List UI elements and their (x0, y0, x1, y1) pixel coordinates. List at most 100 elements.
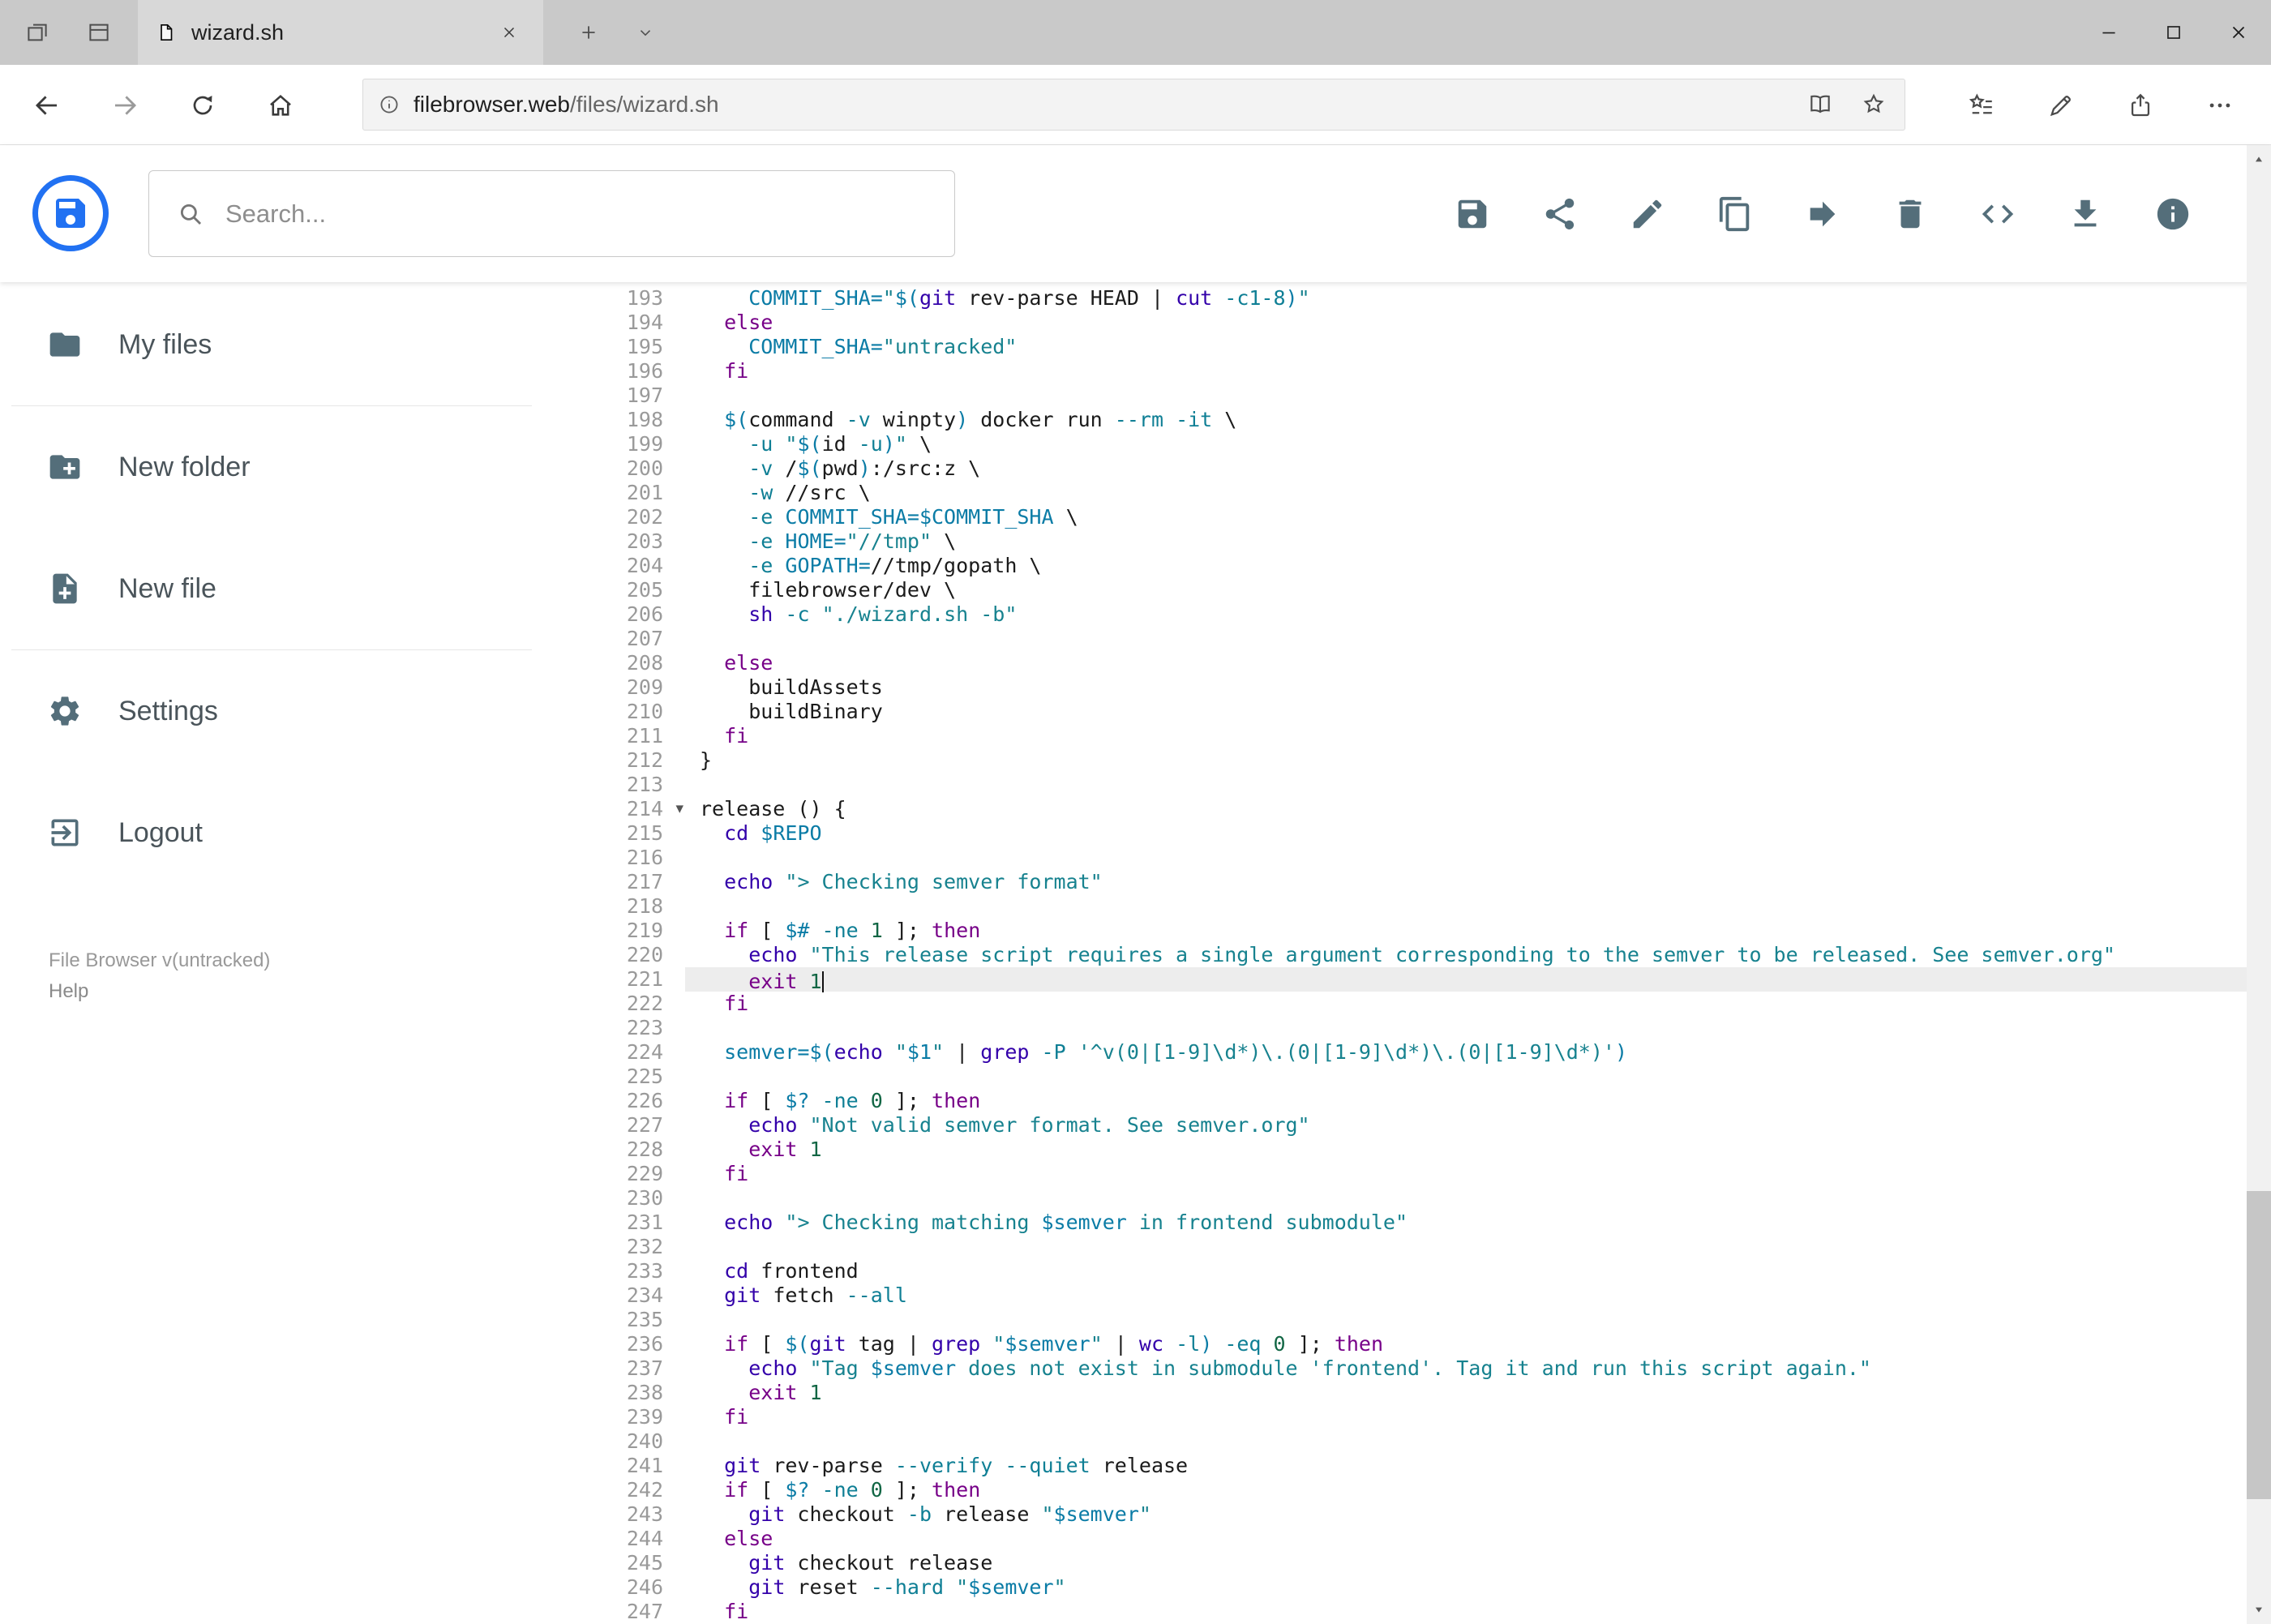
code-line-text[interactable]: cd $REPO (685, 821, 2247, 846)
code-line-text[interactable]: fi (685, 1405, 2247, 1429)
code-line-text[interactable]: if [ $# -ne 1 ]; then (685, 919, 2247, 943)
hub-button[interactable] (1942, 65, 2021, 145)
code-line-text[interactable] (685, 384, 2247, 408)
code-line-text[interactable] (685, 773, 2247, 797)
tab-previews-button[interactable] (68, 0, 130, 65)
code-line-text[interactable]: echo "> Checking matching $semver in fro… (685, 1211, 2247, 1235)
scroll-up-button[interactable] (2247, 145, 2271, 174)
more-options-button[interactable] (2180, 65, 2260, 145)
code-line-text[interactable]: semver=$(echo "$1" | grep -P '^v(0|[1-9]… (685, 1040, 2247, 1065)
edit-button[interactable] (1629, 195, 1666, 233)
code-line-text[interactable]: if [ $? -ne 0 ]; then (685, 1478, 2247, 1502)
code-line-text[interactable]: git fetch --all (685, 1283, 2247, 1308)
code-line-text[interactable]: else (685, 311, 2247, 335)
new-tab-button[interactable] (558, 0, 619, 65)
address-bar[interactable]: filebrowser.web/files/wizard.sh (362, 79, 1905, 131)
code-line: 209 buildAssets (568, 675, 2247, 700)
favorite-button[interactable] (1861, 91, 1887, 119)
code-line-text[interactable]: exit 1 (685, 1381, 2247, 1405)
browser-tab[interactable]: wizard.sh (138, 0, 543, 65)
search-box[interactable] (148, 170, 955, 257)
sidebar-item-new-folder[interactable]: New folder (0, 406, 568, 528)
code-line-text[interactable] (685, 1186, 2247, 1211)
code-line-text[interactable] (685, 1235, 2247, 1259)
code-line-text[interactable]: -w //src \ (685, 481, 2247, 505)
sidebar-item-logout[interactable]: Logout (0, 772, 568, 893)
code-line-text[interactable]: git checkout -b release "$semver" (685, 1502, 2247, 1527)
code-line-text[interactable]: buildBinary (685, 700, 2247, 724)
fold-marker-icon[interactable]: ▾ (675, 796, 683, 821)
set-tabs-aside-button[interactable] (6, 0, 68, 65)
code-button[interactable] (1979, 195, 2016, 233)
sidebar-item-new-file[interactable]: New file (0, 528, 568, 649)
code-line-text[interactable]: $(command -v winpty) docker run --rm -it… (685, 408, 2247, 432)
code-line-text[interactable]: -v /$(pwd):/src:z \ (685, 456, 2247, 481)
home-button[interactable] (242, 65, 319, 145)
code-line-text[interactable]: -u "$(id -u)" \ (685, 432, 2247, 456)
web-note-button[interactable] (2021, 65, 2101, 145)
code-line-text[interactable]: COMMIT_SHA="$(git rev-parse HEAD | cut -… (685, 286, 2247, 311)
share-button[interactable] (1541, 195, 1579, 233)
code-line-text[interactable]: exit 1 (685, 1138, 2247, 1162)
code-line-text[interactable]: else (685, 1527, 2247, 1551)
copy-button[interactable] (1716, 195, 1754, 233)
scroll-down-button[interactable] (2247, 1595, 2271, 1624)
code-line-text[interactable]: -e COMMIT_SHA=$COMMIT_SHA \ (685, 505, 2247, 529)
scrollbar-thumb[interactable] (2247, 1191, 2271, 1499)
code-line-text[interactable]: git checkout release (685, 1551, 2247, 1575)
code-line-text[interactable] (685, 846, 2247, 870)
code-line-text[interactable] (685, 1308, 2247, 1332)
minimize-button[interactable] (2076, 0, 2141, 65)
code-line-text[interactable]: COMMIT_SHA="untracked" (685, 335, 2247, 359)
code-line-text[interactable]: buildAssets (685, 675, 2247, 700)
search-input[interactable] (225, 199, 954, 229)
code-line-text[interactable]: fi (685, 724, 2247, 748)
code-line-text[interactable]: fi (685, 992, 2247, 1016)
code-line-text[interactable]: filebrowser/dev \ (685, 578, 2247, 602)
info-button[interactable] (2154, 195, 2192, 233)
code-line-text[interactable]: if [ $(git tag | grep "$semver" | wc -l)… (685, 1332, 2247, 1356)
sidebar-item-my-files[interactable]: My files (0, 284, 568, 405)
delete-button[interactable] (1892, 195, 1929, 233)
code-line-text[interactable] (685, 1429, 2247, 1454)
close-tab-button[interactable] (493, 16, 525, 49)
code-line-text[interactable]: fi (685, 1162, 2247, 1186)
share-page-button[interactable] (2101, 65, 2180, 145)
code-line-text[interactable]: echo "This release script requires a sin… (685, 943, 2247, 967)
maximize-button[interactable] (2141, 0, 2206, 65)
refresh-button[interactable] (164, 65, 242, 145)
save-button[interactable] (1454, 195, 1491, 233)
sidebar-item-settings[interactable]: Settings (0, 650, 568, 772)
move-button[interactable] (1804, 195, 1841, 233)
forward-button[interactable] (86, 65, 164, 145)
back-button[interactable] (8, 65, 86, 145)
tab-list-button[interactable] (619, 0, 671, 65)
code-line-text[interactable]: sh -c "./wizard.sh -b" (685, 602, 2247, 627)
help-link[interactable]: Help (49, 976, 568, 1007)
download-button[interactable] (2067, 195, 2104, 233)
code-line-text[interactable]: -e HOME="//tmp" \ (685, 529, 2247, 554)
code-line-text[interactable]: git reset --hard "$semver" (685, 1575, 2247, 1600)
close-window-button[interactable] (2206, 0, 2271, 65)
code-line-text[interactable]: fi (685, 359, 2247, 384)
code-line-text[interactable]: echo "Tag $semver does not exist in subm… (685, 1356, 2247, 1381)
code-line-text[interactable]: echo "> Checking semver format" (685, 870, 2247, 894)
code-line-text[interactable]: } (685, 748, 2247, 773)
reading-view-button[interactable] (1807, 91, 1833, 119)
code-line-text[interactable]: -e GOPATH=//tmp/gopath \ (685, 554, 2247, 578)
code-line-text[interactable]: cd frontend (685, 1259, 2247, 1283)
code-line-text[interactable] (685, 627, 2247, 651)
code-editor[interactable]: 193 COMMIT_SHA="$(git rev-parse HEAD | c… (568, 282, 2247, 1624)
code-line-text[interactable]: if [ $? -ne 0 ]; then (685, 1089, 2247, 1113)
code-line-text[interactable]: fi (685, 1600, 2247, 1624)
code-line-text[interactable]: git rev-parse --verify --quiet release (685, 1454, 2247, 1478)
code-line-text[interactable]: echo "Not valid semver format. See semve… (685, 1113, 2247, 1138)
scrollbar[interactable] (2247, 145, 2271, 1624)
code-line-text[interactable] (685, 1016, 2247, 1040)
site-info-icon[interactable] (378, 93, 401, 116)
code-line-text[interactable] (685, 1065, 2247, 1089)
code-line-text[interactable] (685, 894, 2247, 919)
code-line-text[interactable]: release () { (685, 797, 2247, 821)
code-line-text[interactable]: exit 1 (685, 967, 2247, 993)
code-line-text[interactable]: else (685, 651, 2247, 675)
